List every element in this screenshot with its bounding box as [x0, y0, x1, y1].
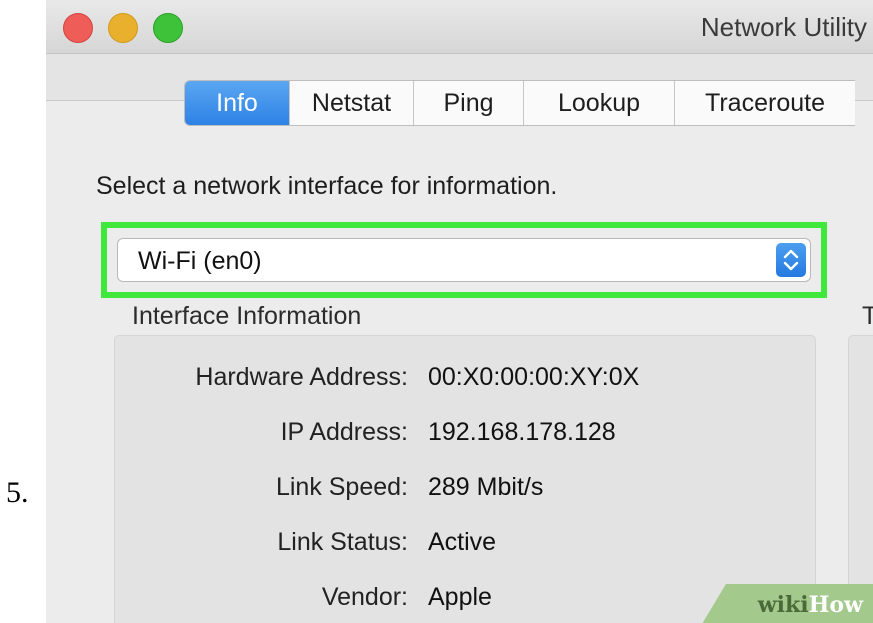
tab-lookup[interactable]: Lookup: [524, 81, 675, 125]
tab-info[interactable]: Info: [185, 81, 290, 125]
info-value: 00:X0:00:00:XY:0X: [428, 363, 640, 391]
info-label: IP Address:: [280, 418, 408, 446]
info-label: Vendor:: [321, 583, 408, 611]
watermark-part-2: How: [808, 592, 863, 618]
info-value: 192.168.178.128: [428, 418, 616, 446]
step-number: 5.: [6, 476, 29, 509]
interface-select-value: Wi-Fi (en0): [138, 247, 262, 275]
info-row-hardware-address: Hardware Address: 00:X0:00:00:XY:0X: [115, 363, 815, 399]
tab-netstat[interactable]: Netstat: [290, 81, 414, 125]
info-value: Apple: [428, 583, 492, 611]
interface-information-panel: Hardware Address: 00:X0:00:00:XY:0X IP A…: [114, 335, 816, 623]
page: 5. Network Utility Info Netstat Ping Loo…: [0, 0, 873, 623]
tab-bar: Info Netstat Ping Lookup Traceroute: [184, 80, 855, 126]
info-row-ip-address: IP Address: 192.168.178.128: [115, 418, 815, 454]
network-utility-window: Network Utility Info Netstat Ping Lookup…: [46, 0, 873, 623]
tab-ping[interactable]: Ping: [414, 81, 524, 125]
selection-highlight-box: Wi-Fi (en0): [101, 222, 827, 298]
close-window-button[interactable]: [63, 13, 93, 43]
interface-information-title: Interface Information: [132, 302, 362, 330]
tab-traceroute[interactable]: Traceroute: [675, 81, 855, 125]
info-row-link-speed: Link Speed: 289 Mbit/s: [115, 473, 815, 509]
info-value: Active: [428, 528, 497, 556]
zoom-window-button[interactable]: [153, 13, 183, 43]
info-row-link-status: Link Status: Active: [115, 528, 815, 564]
right-panel: [848, 335, 873, 623]
title-bar[interactable]: Network Utility: [46, 0, 873, 54]
chevron-up-down-icon[interactable]: [776, 243, 806, 277]
wikihow-watermark: wikiHow: [702, 584, 873, 623]
right-panel-title: T: [862, 302, 873, 330]
info-label: Link Speed:: [275, 473, 408, 501]
interface-select[interactable]: Wi-Fi (en0): [117, 238, 811, 282]
watermark-part-1: wiki: [757, 592, 809, 618]
info-label: Link Status:: [277, 528, 408, 556]
info-value: 289 Mbit/s: [428, 473, 544, 501]
watermark-text: wikiHow: [758, 592, 863, 618]
info-label: Hardware Address:: [195, 363, 408, 391]
instruction-text: Select a network interface for informati…: [96, 172, 558, 200]
minimize-window-button[interactable]: [108, 13, 138, 43]
window-title: Network Utility: [700, 12, 867, 42]
